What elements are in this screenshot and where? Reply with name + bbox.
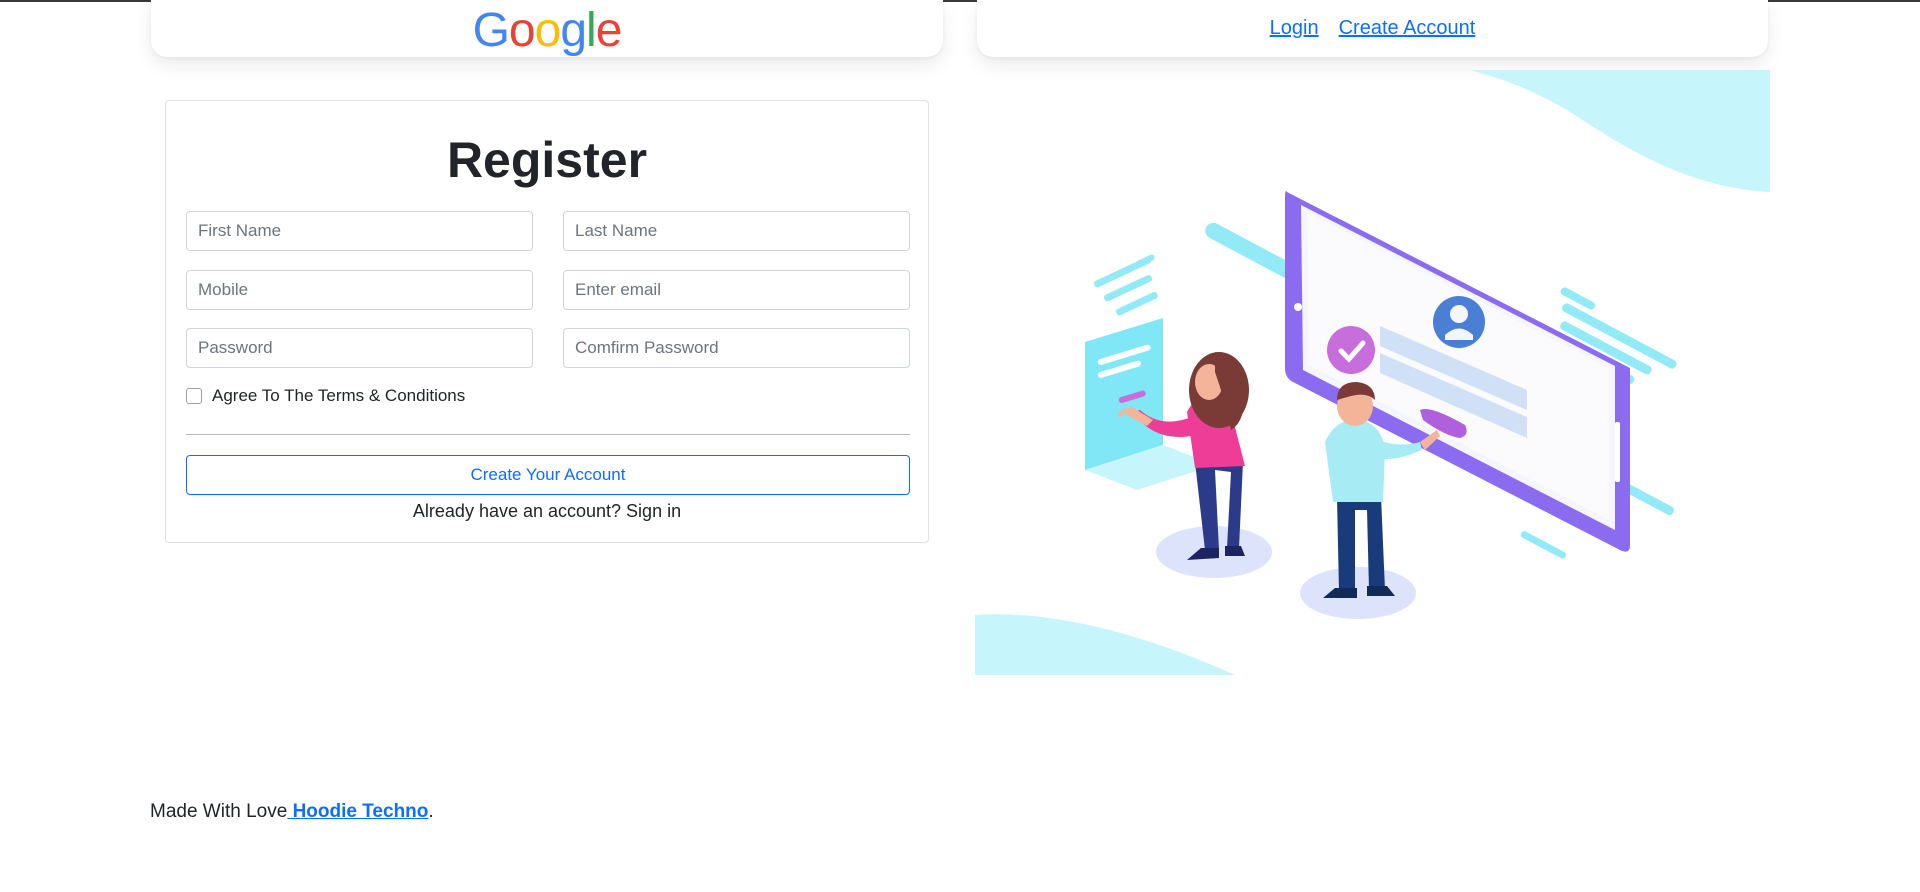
logo-letter: o bbox=[508, 3, 536, 57]
confirm-password-input[interactable] bbox=[563, 328, 910, 368]
create-account-link[interactable]: Create Account bbox=[1339, 17, 1476, 40]
footer: Made With Love Hoodie Techno. bbox=[150, 801, 434, 823]
logo-letter: G bbox=[472, 3, 510, 57]
google-logo[interactable]: Google bbox=[472, 3, 623, 57]
terms-row: Agree To The Terms & Conditions bbox=[186, 386, 465, 406]
terms-label: Agree To The Terms & Conditions bbox=[212, 386, 466, 405]
registration-illustration bbox=[975, 70, 1770, 675]
register-form: Register Agree To The Terms & Conditions… bbox=[165, 100, 929, 543]
email-input[interactable] bbox=[563, 270, 910, 310]
logo-letter: l bbox=[586, 3, 597, 57]
footer-author-link[interactable]: Hoodie Techno bbox=[287, 801, 429, 822]
logo-letter: g bbox=[560, 3, 587, 57]
google-logo-text: Google bbox=[472, 3, 623, 57]
signin-text[interactable]: Already have an account? Sign in bbox=[166, 501, 928, 522]
footer-prefix: Made With Love bbox=[150, 801, 288, 822]
password-input[interactable] bbox=[186, 328, 533, 368]
checkbox-icon[interactable] bbox=[186, 388, 202, 404]
footer-suffix: . bbox=[428, 801, 434, 822]
login-link[interactable]: Login bbox=[1270, 17, 1319, 40]
create-account-button[interactable]: Create Your Account bbox=[186, 455, 910, 495]
form-title: Register bbox=[446, 132, 648, 188]
logo-letter: e bbox=[595, 3, 623, 57]
header-nav-card: Login Create Account bbox=[977, 0, 1768, 57]
last-name-input[interactable] bbox=[563, 211, 910, 251]
form-divider bbox=[186, 434, 910, 435]
header-logo-card: Google bbox=[151, 0, 943, 57]
first-name-input[interactable] bbox=[186, 211, 533, 251]
logo-letter: o bbox=[534, 3, 562, 57]
mobile-input[interactable] bbox=[186, 270, 533, 310]
